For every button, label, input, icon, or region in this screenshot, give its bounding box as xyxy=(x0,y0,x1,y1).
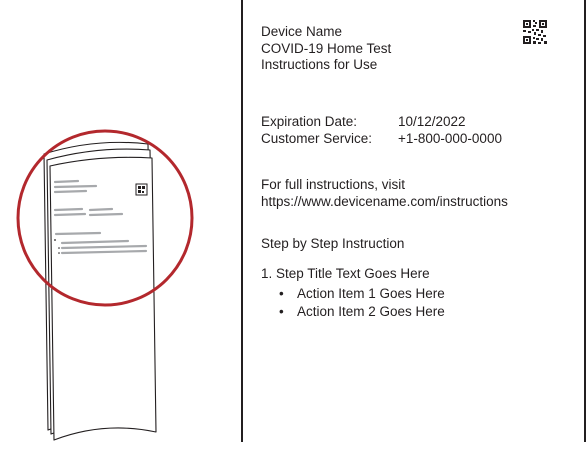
test-name: COVID-19 Home Test xyxy=(261,40,392,56)
expiration-value: 10/12/2022 xyxy=(398,114,466,129)
step-title: 1. Step Title Text Goes Here xyxy=(261,266,430,281)
section-title: Step by Step Instruction xyxy=(261,236,405,251)
document-header: Device Name COVID-19 Home Test Instructi… xyxy=(261,24,391,74)
bullet: • xyxy=(279,286,284,301)
expiration-label: Expiration Date: xyxy=(261,114,358,129)
leaflet-qr-icon xyxy=(135,183,148,196)
qr-code-icon xyxy=(523,20,547,44)
full-instructions-text: For full instructions, visit xyxy=(261,177,406,192)
device-name: Device Name xyxy=(261,24,343,39)
step-action-item: • Action Item 2 Goes Here xyxy=(279,304,445,319)
document-title: Instructions for Use xyxy=(261,57,378,72)
bullet: • xyxy=(279,304,284,319)
instructions-url: https://www.devicename.com/instructions xyxy=(261,193,508,209)
folded-leaflet-illustration xyxy=(16,129,194,441)
instructions-document: Device Name COVID-19 Home Test Instructi… xyxy=(241,0,586,442)
customer-service-label: Customer Service: xyxy=(261,130,373,146)
step-action-item: • Action Item 1 Goes Here xyxy=(279,286,445,301)
customer-service-value: +1-800-000-0000 xyxy=(398,130,502,146)
